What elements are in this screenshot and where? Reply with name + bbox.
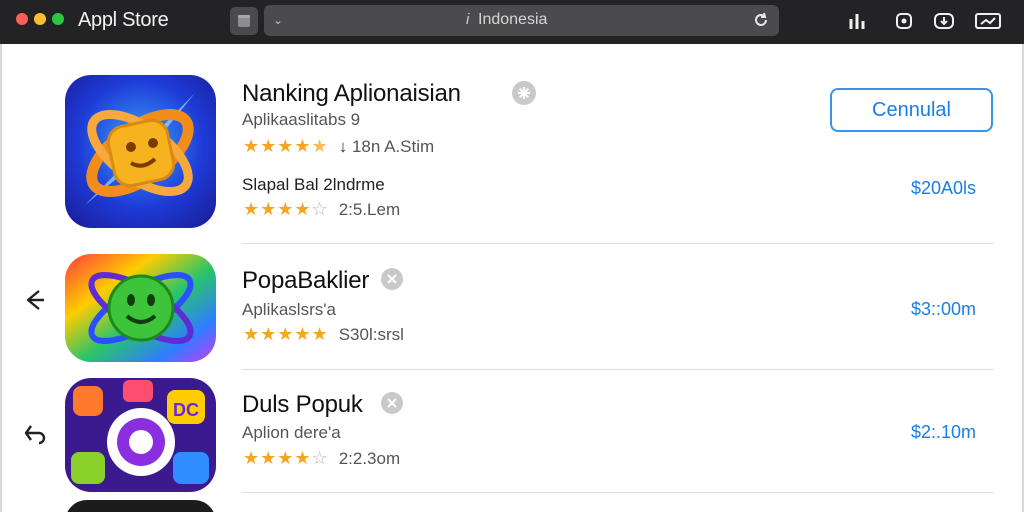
app-category: Aplikaslsrs'a bbox=[242, 300, 336, 319]
app-icon[interactable]: DC bbox=[65, 378, 216, 492]
rating-meta: ↓ 18n A.Stim bbox=[338, 137, 435, 156]
minimize-window-button[interactable] bbox=[34, 13, 46, 25]
rating-meta: 2:5.Lem bbox=[338, 200, 401, 219]
rating-stars: ★★★★☆ 2:5.Lem bbox=[243, 199, 401, 219]
sub-listing-title: Slapal Bal 2lndrme bbox=[242, 175, 385, 194]
app-category: Aplion dere'a bbox=[242, 423, 341, 442]
next-app-icon[interactable] bbox=[65, 500, 216, 512]
price-label[interactable]: $2:.10m bbox=[911, 422, 976, 443]
download-icon[interactable] bbox=[931, 9, 957, 33]
rating-stars: ★★★★★ ↓ 18n A.Stim bbox=[243, 136, 435, 156]
list-item[interactable]: DC Duls Popuk Aplion dere'a ★★★★☆ 2:2.3o… bbox=[2, 370, 1022, 492]
list-item[interactable]: Nanking Aplionaisian Aplikaaslitabs 9 ★★… bbox=[2, 44, 1022, 244]
app-category: Aplikaaslitabs 9 bbox=[242, 110, 361, 129]
title-bar: Appl Store ⌄ i Indonesia bbox=[0, 0, 1024, 44]
verified-badge-icon bbox=[381, 268, 403, 290]
rating-meta: S30l:srsl bbox=[338, 325, 404, 344]
window-controls bbox=[16, 13, 64, 25]
rating-stars: ★★★★☆ 2:2.3om bbox=[243, 448, 401, 468]
close-window-button[interactable] bbox=[16, 13, 28, 25]
address-text: Indonesia bbox=[478, 11, 548, 28]
account-icon[interactable] bbox=[973, 9, 1003, 33]
zoom-window-button[interactable] bbox=[52, 13, 64, 25]
svg-text:DC: DC bbox=[173, 400, 199, 420]
rating-stars: ★★★★★ S30l:srsl bbox=[243, 324, 404, 344]
app-name[interactable]: Duls Popuk bbox=[242, 391, 363, 419]
app-name[interactable]: Nanking Aplionaisian bbox=[242, 80, 461, 108]
address-bar[interactable]: ⌄ i Indonesia bbox=[264, 5, 779, 36]
app-icon[interactable] bbox=[65, 75, 216, 228]
price-label[interactable]: $3::00m bbox=[911, 299, 976, 320]
app-list-pane: Nanking Aplionaisian Aplikaaslitabs 9 ★★… bbox=[0, 44, 1024, 512]
chevron-down-icon[interactable]: ⌄ bbox=[273, 13, 283, 27]
sidebar-toggle-button[interactable] bbox=[230, 7, 258, 35]
app-icon[interactable] bbox=[65, 254, 216, 362]
price-label[interactable]: $20A0ls bbox=[911, 178, 976, 199]
verified-badge-icon bbox=[512, 81, 536, 105]
rating-meta: 2:2.3om bbox=[338, 449, 401, 468]
sidebar-icon bbox=[238, 15, 250, 27]
verified-badge-icon bbox=[381, 392, 403, 414]
info-icon: i bbox=[466, 11, 470, 28]
get-button[interactable]: Cennulal bbox=[830, 88, 993, 132]
app-title: Appl Store bbox=[78, 9, 169, 31]
activity-icon[interactable] bbox=[846, 9, 872, 33]
divider bbox=[242, 492, 994, 493]
shield-icon[interactable] bbox=[891, 9, 917, 33]
reload-icon[interactable] bbox=[751, 10, 771, 30]
list-item[interactable]: PopaBaklier Aplikaslsrs'a ★★★★★ S30l:srs… bbox=[2, 244, 1022, 369]
app-name[interactable]: PopaBaklier bbox=[242, 267, 369, 295]
